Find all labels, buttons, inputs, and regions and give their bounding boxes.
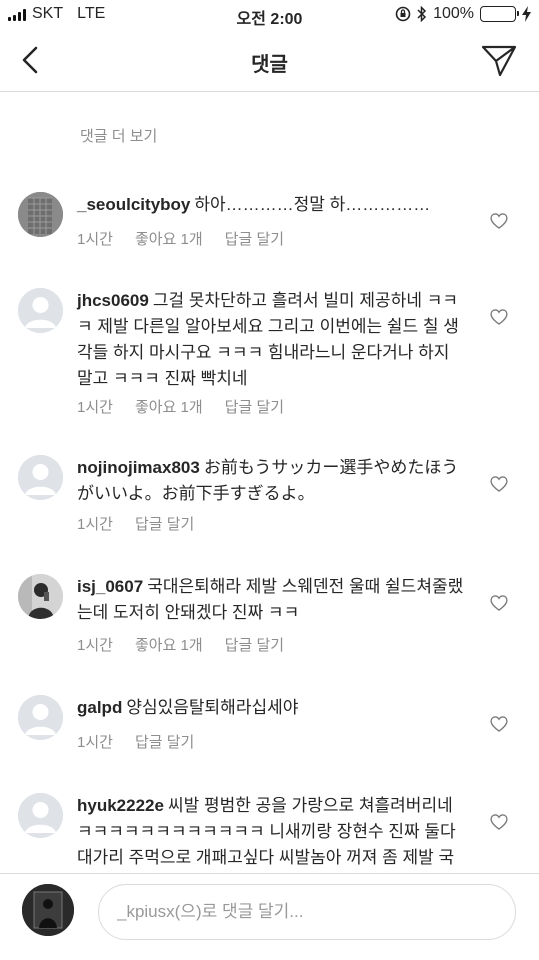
comment-time: 1시간 [77, 637, 113, 654]
heart-icon[interactable] [489, 474, 509, 494]
avatar[interactable] [18, 288, 63, 333]
status-bar: SKT LTE 오전 2:00 100% [0, 0, 539, 30]
comment-username[interactable]: nojinojimax803 [77, 458, 200, 477]
comment-likes-link[interactable]: 좋아요 1개 [135, 396, 203, 417]
comment-time: 1시간 [77, 516, 113, 533]
comment-time: 1시간 [77, 399, 113, 416]
orientation-lock-icon [395, 6, 411, 22]
avatar[interactable] [18, 574, 63, 619]
paper-plane-icon[interactable] [481, 44, 517, 78]
reply-button[interactable]: 답글 달기 [135, 731, 194, 752]
reply-button[interactable]: 답글 달기 [135, 513, 194, 534]
battery-percent: 100% [433, 5, 474, 22]
comment-text: 하아…………정말 하…………… [194, 195, 431, 214]
comment-text: 양심있음탈퇴해라십세야 [126, 698, 299, 717]
comment-time: 1시간 [77, 734, 113, 751]
comment-compose-bar [0, 873, 539, 960]
nav-bar: 댓글 [0, 30, 539, 92]
page-title: 댓글 [251, 54, 288, 76]
chevron-left-icon[interactable] [16, 44, 46, 76]
heart-icon[interactable] [489, 307, 509, 327]
charging-icon [522, 6, 531, 22]
heart-icon[interactable] [489, 714, 509, 734]
comment-likes-link[interactable]: 좋아요 1개 [135, 634, 203, 655]
comment-username[interactable]: jhcs0609 [77, 291, 149, 310]
reply-button[interactable]: 답글 달기 [225, 228, 284, 249]
carrier-label: SKT [32, 5, 64, 22]
comment-username[interactable]: isj_0607 [77, 577, 143, 596]
bluetooth-icon [417, 6, 427, 22]
reply-button[interactable]: 답글 달기 [225, 634, 284, 655]
comment-username[interactable]: galpd [77, 698, 122, 717]
avatar[interactable] [18, 192, 63, 237]
avatar[interactable] [18, 695, 63, 740]
comment-time: 1시간 [77, 231, 113, 248]
comment-likes-link[interactable]: 좋아요 1개 [135, 228, 203, 249]
avatar[interactable] [18, 793, 63, 838]
comment-input[interactable] [98, 884, 516, 940]
load-more-comments-link[interactable]: 댓글 더 보기 [80, 125, 157, 146]
signal-strength-icon [8, 7, 26, 21]
heart-icon[interactable] [489, 812, 509, 832]
network-label: LTE [77, 5, 106, 22]
heart-icon[interactable] [489, 593, 509, 613]
battery-icon [480, 6, 519, 22]
my-avatar [22, 884, 74, 936]
heart-icon[interactable] [489, 211, 509, 231]
comment-username[interactable]: hyuk2222e [77, 796, 164, 815]
reply-button[interactable]: 답글 달기 [225, 396, 284, 417]
comment-username[interactable]: _seoulcityboy [77, 195, 190, 214]
avatar[interactable] [18, 455, 63, 500]
